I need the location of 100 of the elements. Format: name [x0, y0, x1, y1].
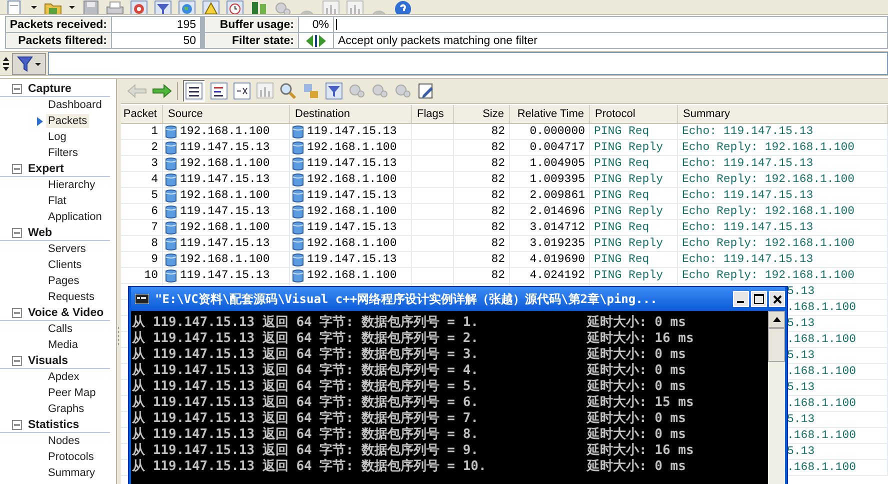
table-cell: 192.168.1.100 — [180, 221, 270, 234]
minimize-button[interactable] — [733, 291, 749, 307]
table-cell: 82 — [491, 253, 505, 266]
sidebar-item[interactable]: Requests — [46, 290, 96, 304]
warning-icon[interactable] — [202, 0, 220, 14]
column-header[interactable]: Relative Time — [510, 105, 590, 123]
table-cell: 0.000000 — [530, 125, 585, 138]
sidebar-item[interactable]: Peer Map — [46, 386, 98, 400]
maximize-button[interactable] — [751, 291, 767, 307]
help-icon[interactable] — [394, 0, 412, 14]
up-arrow-icon — [772, 317, 780, 322]
group-header[interactable]: Capture — [28, 82, 72, 94]
table-cell: 82 — [491, 141, 505, 154]
table-cell: 5.13 — [787, 285, 815, 298]
group-header[interactable]: Statistics — [28, 418, 80, 430]
console-line: 延时大小: 16 ms — [587, 443, 695, 459]
hex-icon[interactable] — [233, 82, 251, 100]
scroll-up-button[interactable] — [768, 311, 785, 328]
clock-icon[interactable] — [226, 0, 244, 14]
collapse-icon[interactable] — [12, 420, 22, 430]
sidebar-item[interactable]: Hierarchy — [46, 178, 98, 192]
table-cell: PING Reply — [594, 173, 664, 186]
sidebar-item[interactable]: Apdex — [46, 370, 82, 384]
console-line: 从 119.147.15.13 返回 64 字节: 数据包序列号 = 5. — [132, 379, 480, 394]
table-cell: 192.168.1.100 — [180, 157, 270, 170]
list-view-button[interactable] — [183, 80, 205, 102]
table-cell: PING Req — [594, 221, 650, 234]
collapse-icon[interactable] — [12, 356, 22, 366]
group-header[interactable]: Web — [28, 226, 52, 238]
table-cell: Echo Reply: 192.168.1.100 — [682, 205, 855, 218]
table-cell: 119.147.15.13 — [307, 221, 397, 234]
table-cell: PING Reply — [594, 205, 664, 218]
globe-icon[interactable] — [178, 0, 196, 14]
close-button[interactable] — [769, 291, 785, 307]
collapse-icon[interactable] — [12, 84, 22, 94]
search-icon[interactable] — [279, 82, 297, 100]
printer-icon[interactable] — [106, 0, 124, 14]
group-header[interactable]: Voice & Video — [28, 306, 104, 318]
table-cell: 119.147.15.13 — [180, 237, 270, 250]
sidebar-item[interactable]: Summary — [46, 466, 98, 480]
console-line: 从 119.147.15.13 返回 64 字节: 数据包序列号 = 9. — [132, 443, 480, 458]
sidebar-item[interactable]: Servers — [46, 242, 88, 256]
column-header[interactable]: Flags — [412, 105, 454, 123]
funnel-icon[interactable] — [154, 0, 172, 14]
table-cell: .168.1.100 — [787, 461, 856, 474]
splitter-grip-icon[interactable] — [117, 326, 120, 346]
stat-label: Packets received: — [6, 17, 111, 32]
expand-arrows-icon[interactable] — [2, 56, 10, 72]
table-cell: 0.004717 — [530, 141, 585, 154]
group-header[interactable]: Expert — [28, 162, 64, 174]
sidebar-item[interactable]: Packets — [46, 114, 90, 128]
sidebar-item[interactable]: Application — [46, 210, 104, 224]
table-cell: 5.13 — [787, 445, 815, 458]
filter-dropdown-button[interactable] — [12, 52, 46, 74]
decode-icon[interactable] — [210, 82, 228, 100]
table-cell: 4.024192 — [530, 269, 585, 282]
edit-icon[interactable] — [417, 82, 435, 100]
forward-arrow-icon[interactable] — [152, 84, 172, 98]
table-cell: 119.147.15.13 — [180, 173, 270, 186]
sidebar-item[interactable]: Dashboard — [46, 98, 104, 112]
sidebar-item[interactable]: Clients — [46, 258, 84, 272]
save-icon[interactable] — [82, 0, 100, 14]
table-cell: PING Req — [594, 253, 650, 266]
scrollbar[interactable] — [768, 311, 785, 484]
filter-field[interactable] — [48, 52, 888, 75]
sidebar-item[interactable]: Flat — [46, 194, 68, 208]
table-cell: 6 — [151, 205, 158, 218]
table-cell: 8 — [151, 237, 158, 250]
sidebar-item[interactable]: Filters — [46, 146, 80, 160]
table-cell: 5.13 — [787, 413, 815, 426]
funnel-icon[interactable] — [325, 82, 343, 100]
console-icon — [135, 294, 149, 304]
column-header[interactable]: Protocol — [590, 105, 678, 123]
collapse-icon[interactable] — [12, 308, 22, 318]
collapse-icon[interactable] — [12, 228, 22, 238]
sidebar-item[interactable]: Calls — [46, 322, 74, 336]
sidebar-item[interactable]: Protocols — [46, 450, 96, 464]
sidebar-item[interactable]: Nodes — [46, 434, 82, 448]
table-cell: 82 — [491, 237, 505, 250]
sidebar-item[interactable]: Graphs — [46, 402, 86, 416]
collapse-icon[interactable] — [12, 164, 22, 174]
group-header[interactable]: Visuals — [28, 354, 68, 366]
console-line: 延时大小: 0 ms — [587, 427, 687, 443]
scrollbar-thumb[interactable] — [768, 328, 785, 362]
table-cell: Echo Reply: 192.168.1.100 — [682, 269, 855, 282]
column-header[interactable]: Source — [163, 105, 290, 123]
close-icon — [772, 294, 782, 304]
stat-label: Packets filtered: — [6, 33, 111, 48]
console-line: 延时大小: 0 ms — [587, 411, 687, 427]
console-line: 从 119.147.15.13 返回 64 字节: 数据包序列号 = 10. — [132, 459, 488, 475]
column-header[interactable]: Packet — [121, 105, 163, 123]
table-cell: Echo Reply: 192.168.1.100 — [682, 173, 855, 186]
target-icon[interactable] — [130, 0, 148, 14]
column-header[interactable]: Summary — [678, 105, 888, 123]
stat-label: Buffer usage: — [205, 17, 298, 32]
column-header[interactable]: Size — [454, 105, 510, 123]
sidebar-item[interactable]: Pages — [46, 274, 82, 288]
column-header[interactable]: Destination — [290, 105, 412, 123]
sidebar-item[interactable]: Log — [46, 130, 68, 144]
sidebar-item[interactable]: Media — [46, 338, 80, 352]
